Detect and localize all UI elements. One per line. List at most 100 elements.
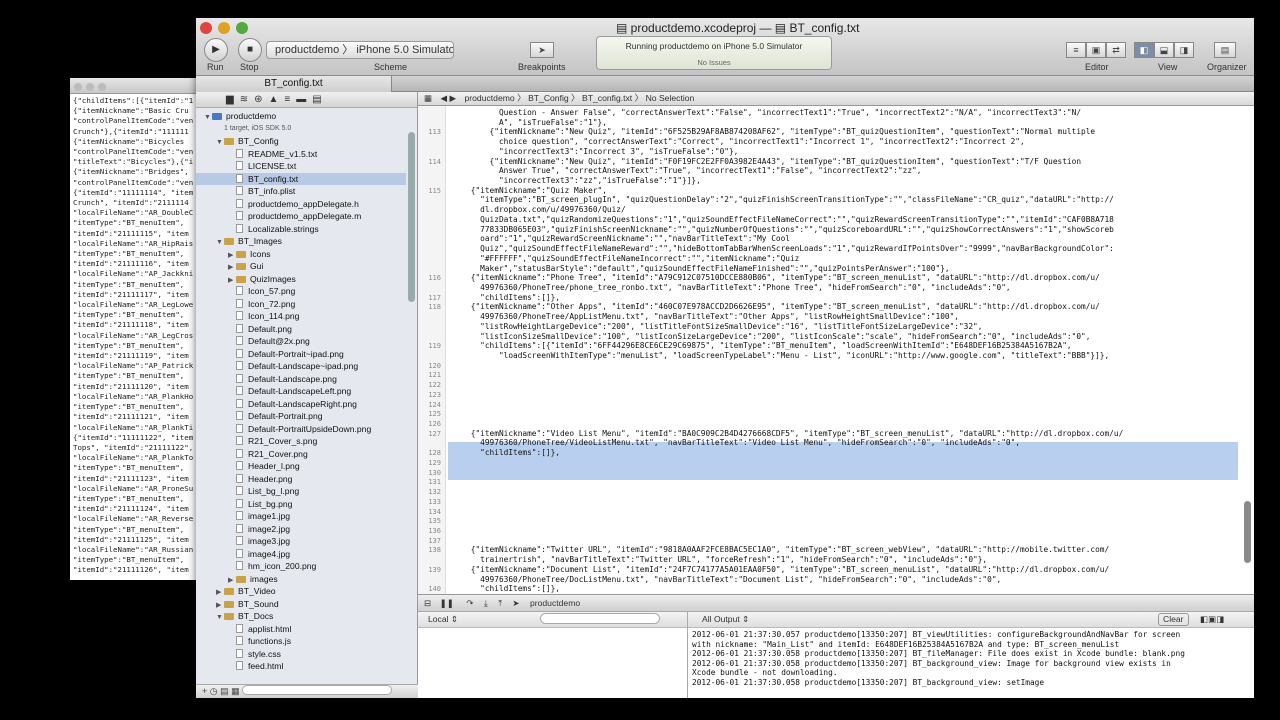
clear-button[interactable]: Clear <box>1158 613 1189 626</box>
organizer-button[interactable]: ▤ <box>1214 42 1236 58</box>
navigator-file[interactable]: Default@2x.png <box>196 335 406 348</box>
console-layout-icon[interactable]: ◧▣◨ <box>1200 612 1224 627</box>
navigator-file[interactable]: functions.js <box>196 635 406 648</box>
minimize-window-button[interactable] <box>218 22 230 34</box>
breakpoint-nav-icon[interactable]: ▬ <box>296 94 312 105</box>
add-icon[interactable]: + <box>202 686 207 696</box>
navigator-file[interactable]: feed.html <box>196 660 406 673</box>
navigator-file[interactable]: Default-LandscapeRight.png <box>196 398 406 411</box>
navigator-folder[interactable]: ▶ BT_Sound <box>196 598 406 611</box>
forward-icon[interactable]: ▶ <box>450 93 463 103</box>
navigator-file[interactable]: Icon_72.png <box>196 298 406 311</box>
navigator-folder[interactable]: ▶ BT_Video <box>196 585 406 598</box>
assistant-editor-button[interactable]: ▣ <box>1086 42 1106 58</box>
symbol-icon[interactable]: ≋ <box>240 94 254 105</box>
navigator-file[interactable]: productdemo_appDelegate.m <box>196 210 406 223</box>
navigator-file[interactable]: image3.jpg <box>196 535 406 548</box>
back-icon[interactable]: ◀ <box>441 93 448 103</box>
run-button[interactable]: ▶ <box>204 38 228 62</box>
variables-search-field[interactable] <box>540 613 661 624</box>
breakpoints-button[interactable]: ➤ <box>530 42 554 58</box>
tab-bt-config[interactable]: BT_config.txt <box>196 76 392 92</box>
toggle-debug-button[interactable]: ⬓ <box>1154 42 1174 58</box>
hide-debug-icon[interactable]: ⊟ <box>418 598 437 608</box>
process-selector[interactable]: productdemo <box>530 598 580 608</box>
zoom-window-button[interactable] <box>236 22 248 34</box>
navigator-file[interactable]: productdemo_appDelegate.h <box>196 198 406 211</box>
navigator-folder[interactable]: ▶ QuizImages <box>196 273 406 286</box>
navigator-folder[interactable]: ▼ BT_Config <box>196 135 406 148</box>
step-over-icon[interactable]: ↷ <box>466 598 481 608</box>
navigator-file[interactable]: Header_l.png <box>196 460 406 473</box>
navigator-file[interactable]: Icon_57.png <box>196 285 406 298</box>
navigator-file[interactable]: image4.jpg <box>196 548 406 561</box>
scheme-selector[interactable]: productdemo 〉 iPhone 5.0 Simulator <box>266 41 454 59</box>
jump-crumb-file[interactable]: BT_config.txt <box>582 93 632 103</box>
pause-icon[interactable]: ❚❚ <box>440 598 464 608</box>
console-view[interactable]: All Output ⇕ Clear ◧▣◨ 2012-06-01 21:37:… <box>688 612 1254 698</box>
navigator-file[interactable]: ▼ productdemo <box>196 110 406 123</box>
navigator-file[interactable]: BT_config.txt <box>196 172 406 186</box>
file-icon <box>236 411 243 420</box>
navigator-folder[interactable]: ▶ Icons <box>196 248 406 261</box>
jump-crumb-folder[interactable]: BT_Config <box>528 93 569 103</box>
search-icon[interactable]: ⊛ <box>254 94 268 105</box>
navigator-file[interactable]: Default-Portrait~ipad.png <box>196 348 406 361</box>
console-header: All Output ⇕ Clear ◧▣◨ <box>688 612 1254 628</box>
navigator-file[interactable]: image2.jpg <box>196 523 406 536</box>
navigator-file[interactable]: R21_Cover_s.png <box>196 435 406 448</box>
folder-icon <box>224 138 234 145</box>
version-editor-button[interactable]: ⇄ <box>1106 42 1126 58</box>
navigator-file[interactable]: README_v1.5.txt <box>196 148 406 161</box>
navigator-file[interactable]: BT_info.plist <box>196 185 406 198</box>
navigator-file[interactable]: image1.jpg <box>196 510 406 523</box>
activity-status: Running productdemo on iPhone 5.0 Simula… <box>625 41 803 51</box>
filter-field[interactable] <box>242 685 393 695</box>
navigator-folder[interactable]: ▼ BT_Images <box>196 235 406 248</box>
related-items-icon[interactable]: ▦ <box>418 93 438 103</box>
navigator-file[interactable]: style.css <box>196 648 406 661</box>
navigator-file[interactable]: Default-Landscape.png <box>196 373 406 386</box>
source-editor[interactable]: 113 114 115 116 117 118 119 120 121 122 123 124 125 1… <box>418 106 1254 594</box>
navigator-folder[interactable]: ▼ BT_Docs <box>196 610 406 623</box>
line-number: 138 <box>428 546 441 555</box>
debug-icon[interactable]: ≡ <box>284 94 296 105</box>
navigator-file[interactable]: 1 target, iOS SDK 5.0 <box>196 123 406 136</box>
navigator-file[interactable]: R21_Cover.png <box>196 448 406 461</box>
navigator-scrollbar[interactable] <box>408 132 415 302</box>
navigator-file[interactable]: List_bg.png <box>196 498 406 511</box>
log-icon[interactable]: ▤ <box>312 94 327 105</box>
navigator-file[interactable]: Default-Portrait.png <box>196 410 406 423</box>
stop-button[interactable]: ■ <box>238 38 262 62</box>
jump-crumb-project[interactable]: productdemo <box>465 93 515 103</box>
folder-icon[interactable]: ▆ <box>226 94 240 105</box>
navigator-file[interactable]: Default-PortraitUpsideDown.png <box>196 423 406 436</box>
navigator-file[interactable]: Icon_114.png <box>196 310 406 323</box>
step-into-icon[interactable]: ⤓ <box>484 598 496 608</box>
jump-crumb-selection[interactable]: No Selection <box>646 93 695 103</box>
navigator-file[interactable]: LICENSE.txt <box>196 160 406 173</box>
navigator-folder[interactable]: ▶ Gui <box>196 260 406 273</box>
close-window-button[interactable] <box>200 22 212 34</box>
navigator-file[interactable]: Default-Landscape~ipad.png <box>196 360 406 373</box>
navigator-file[interactable]: hm_icon_200.png <box>196 560 406 573</box>
navigator-file[interactable]: Header.png <box>196 473 406 486</box>
standard-editor-button[interactable]: ≡ <box>1066 42 1086 58</box>
output-selector[interactable]: All Output ⇕ <box>702 612 749 627</box>
local-selector[interactable]: Local ⇕ <box>428 612 538 627</box>
step-out-icon[interactable]: ⤒ <box>498 598 510 608</box>
clock-icon[interactable]: ◷ ▤ ▦ <box>210 686 242 696</box>
navigator-file[interactable]: Default.png <box>196 323 406 336</box>
navigator-file[interactable]: Default-LandscapeLeft.png <box>196 385 406 398</box>
toggle-navigator-button[interactable]: ◧ <box>1134 42 1154 58</box>
code-line: {"itemNickname":"Quiz Maker", <box>452 185 607 195</box>
navigator-file[interactable]: List_bg_l.png <box>196 485 406 498</box>
location-icon[interactable]: ➤ <box>512 598 527 608</box>
navigator-file[interactable]: Localizable.strings <box>196 223 406 236</box>
issue-icon[interactable]: ▲ <box>268 94 284 105</box>
navigator-selector-bar[interactable]: ▆≋⊛▲≡▬▤ <box>196 92 417 108</box>
toggle-utilities-button[interactable]: ◨ <box>1174 42 1194 58</box>
editor-scrollbar[interactable] <box>1244 501 1251 563</box>
navigator-folder[interactable]: ▶ images <box>196 573 406 586</box>
navigator-file[interactable]: applist.html <box>196 623 406 636</box>
